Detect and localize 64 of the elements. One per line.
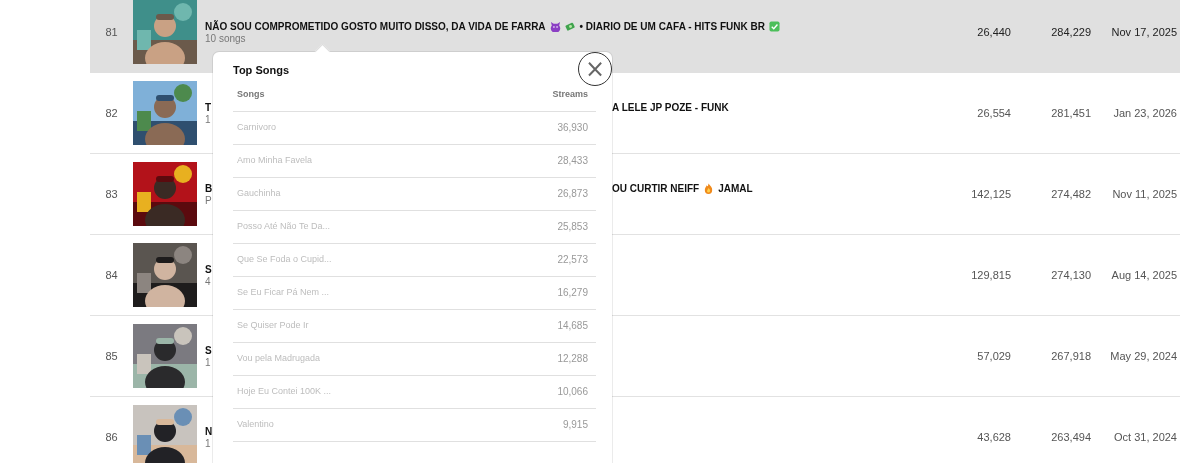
playlist-title[interactable]: OU CURTIR NEIFF xyxy=(612,182,700,194)
rank-number: 86 xyxy=(104,431,119,443)
rank-number: 83 xyxy=(104,188,119,200)
date-cell-text: Jan 23, 2026 xyxy=(1112,107,1177,119)
playlist-title[interactable]: B xyxy=(205,182,213,194)
table-cell-text: 263,494 xyxy=(1050,431,1091,443)
stream-count: 9,915 xyxy=(562,419,588,430)
stream-count: 10,066 xyxy=(557,386,588,397)
table-cell-text: 281,451 xyxy=(1050,107,1091,119)
playlist-title[interactable]: A LELE JP POZE - FUNK xyxy=(612,101,729,113)
table-cell-text: 142,125 xyxy=(970,188,1011,200)
table-cell-text: 43,628 xyxy=(976,431,1011,443)
stream-count: 28,433 xyxy=(557,155,588,166)
money-emoji-icon xyxy=(564,20,576,32)
table-cell-text: 57,029 xyxy=(976,350,1011,362)
stream-count: 26,873 xyxy=(557,188,588,199)
rank-number: 82 xyxy=(104,107,119,119)
song-name: Carnivoro xyxy=(237,122,276,132)
date-cell-text: Oct 31, 2024 xyxy=(1113,431,1177,443)
fire-emoji-icon xyxy=(703,182,715,194)
song-name: Hoje Eu Contei 100K ... xyxy=(237,386,332,396)
date-cell-text: May 29, 2024 xyxy=(1109,350,1177,362)
playlist-title[interactable]: S xyxy=(205,263,212,275)
rank-number: 85 xyxy=(104,350,119,362)
table-cell-text: 274,482 xyxy=(1050,188,1091,200)
song-name: Valentino xyxy=(237,419,274,429)
table-cell-text: 129,815 xyxy=(970,269,1011,281)
close-button[interactable]: × xyxy=(578,52,612,86)
table-cell-text: 26,440 xyxy=(976,26,1011,38)
rank-number: 81 xyxy=(104,26,119,38)
playlist-title[interactable]: NÃO SOU COMPROMETIDO GOSTO MUITO DISSO, DA VIDA DE FARRA xyxy=(205,20,546,32)
song-count: 10 songs xyxy=(205,32,246,44)
stream-count: 14,685 xyxy=(557,320,588,331)
playlist-title[interactable]: N xyxy=(205,425,213,437)
popover-title: Top Songs xyxy=(233,64,290,76)
devil-emoji-icon xyxy=(549,20,561,32)
date-cell-text: Aug 14, 2025 xyxy=(1110,269,1177,281)
song-count: P xyxy=(205,194,212,206)
date-cell-text: Nov 11, 2025 xyxy=(1111,188,1177,200)
column-header: Streams xyxy=(552,89,588,101)
column-header: Songs xyxy=(237,89,265,101)
song-count: 1 xyxy=(205,437,211,449)
playlist-title[interactable]: S xyxy=(205,344,212,356)
table-cell-text: 26,554 xyxy=(976,107,1011,119)
table-cell-text: 267,918 xyxy=(1050,350,1091,362)
table-cell-text: 284,229 xyxy=(1050,26,1091,38)
song-count: 1 xyxy=(205,356,211,368)
playlist-title[interactable]: • DIARIO DE UM CAFA - HITS FUNK BR xyxy=(579,20,765,32)
song-name: Posso Até Não Te Da... xyxy=(237,221,330,231)
stream-count: 25,853 xyxy=(557,221,588,232)
table-cell-text: 274,130 xyxy=(1050,269,1091,281)
rank-number: 84 xyxy=(104,269,119,281)
song-name: Gauchinha xyxy=(237,188,281,198)
playlist-title[interactable]: T xyxy=(205,101,212,113)
date-cell-text: Nov 17, 2025 xyxy=(1110,26,1177,38)
song-name: Amo Minha Favela xyxy=(237,155,313,165)
stream-count: 12,288 xyxy=(557,353,588,364)
song-count: 4 xyxy=(205,275,211,287)
song-count: 1 xyxy=(205,113,211,125)
stream-count: 36,930 xyxy=(557,122,588,133)
check-emoji-icon xyxy=(768,20,780,32)
playlist-title[interactable]: JAMAL xyxy=(718,182,753,194)
stream-count: 16,279 xyxy=(557,287,588,298)
stream-count: 22,573 xyxy=(557,254,588,265)
